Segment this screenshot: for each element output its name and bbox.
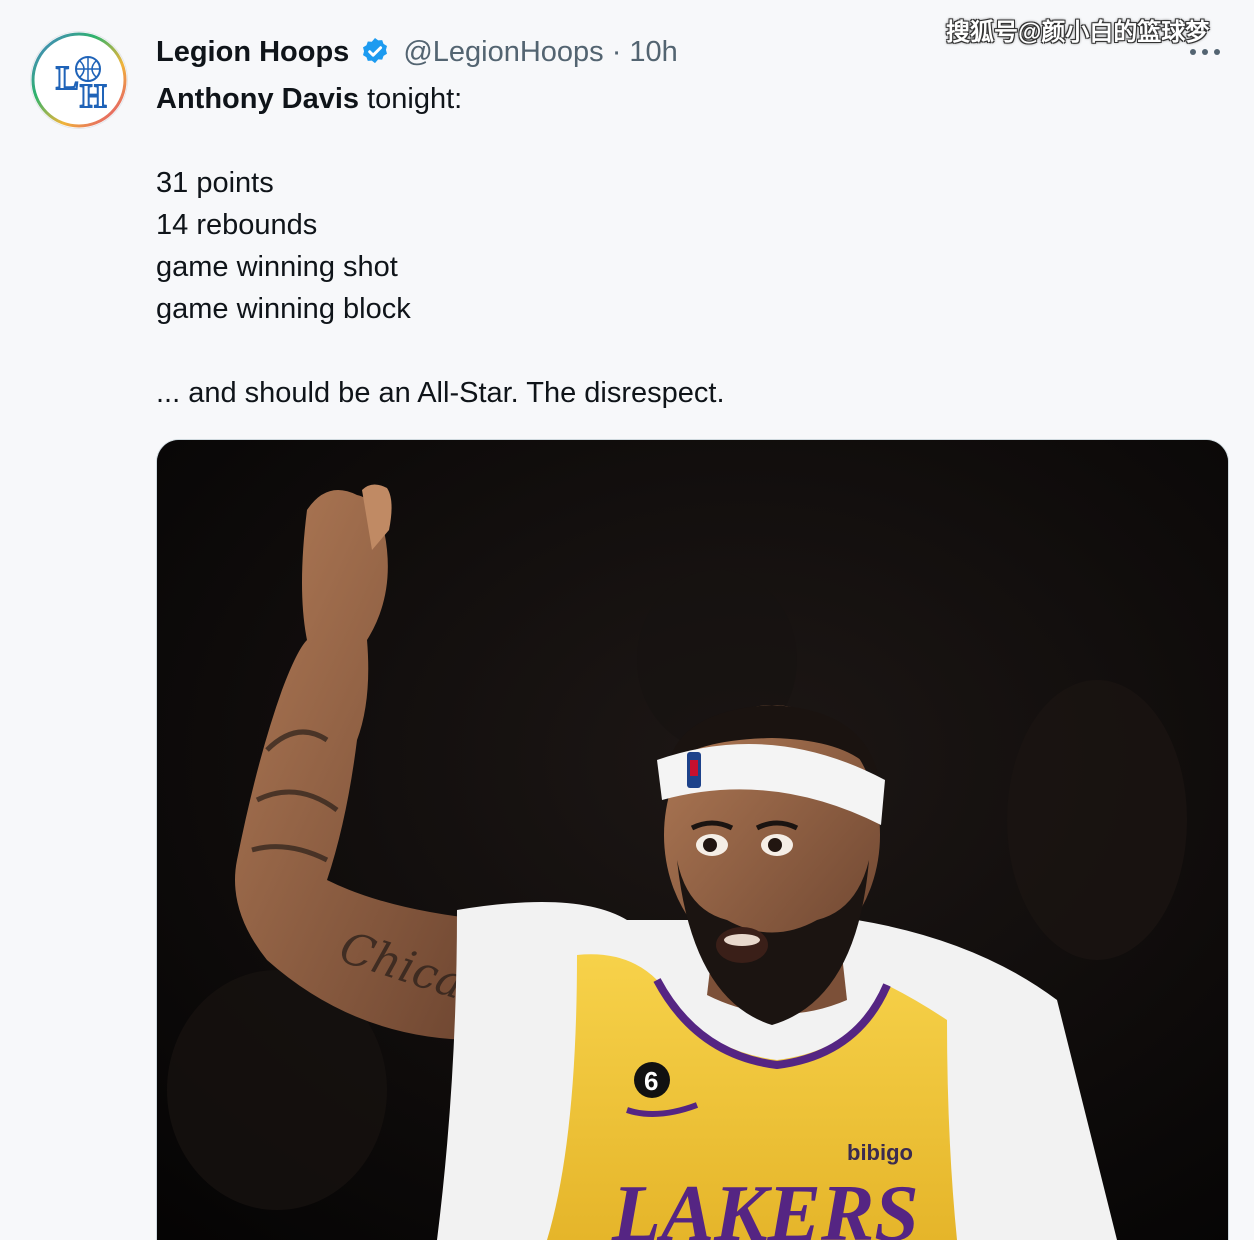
tweet-media-photo[interactable]: Chicago 6 bibigo LAKERS [157,440,1228,1240]
jersey-wordmark: LAKERS [611,1170,919,1240]
tweet-stat-line: 14 rebounds [156,209,318,241]
svg-text:H: H [80,78,106,115]
jersey-patch: bibigo [847,1140,913,1165]
tweet-timestamp[interactable]: 10h [629,36,677,69]
more-dot [1190,49,1196,55]
tweet-closing: ... and should be an All-Star. The disre… [156,377,725,409]
legion-hoops-logo-icon: L H [31,32,127,128]
tweet-mention: Anthony Davis [156,83,360,115]
author-avatar[interactable]: L H [30,31,128,129]
more-options-icon[interactable] [1190,40,1230,64]
tweet-intro-rest: tonight: [359,83,463,115]
svg-text:L: L [56,60,79,97]
tweet-header: Legion Hoops @LegionHoops · 10h [156,30,678,74]
more-dot [1214,49,1220,55]
more-dot [1202,49,1208,55]
tweet-intro: Anthony Davis tonight: [156,78,462,120]
tweet-stat-line: 31 points [156,167,274,199]
author-name[interactable]: Legion Hoops [156,36,349,69]
tweet-stat-line: game winning block [156,293,411,325]
verified-badge-icon [363,38,388,64]
jersey-number: 6 [644,1066,658,1096]
author-handle[interactable]: @LegionHoops [403,36,603,69]
separator-dot: · [611,35,622,68]
watermark: 搜狐号@颜小白的篮球梦 [946,19,1210,46]
tweet-stat-line: game winning shot [156,251,398,283]
player-photo: Chicago 6 bibigo LAKERS [157,440,1228,1240]
